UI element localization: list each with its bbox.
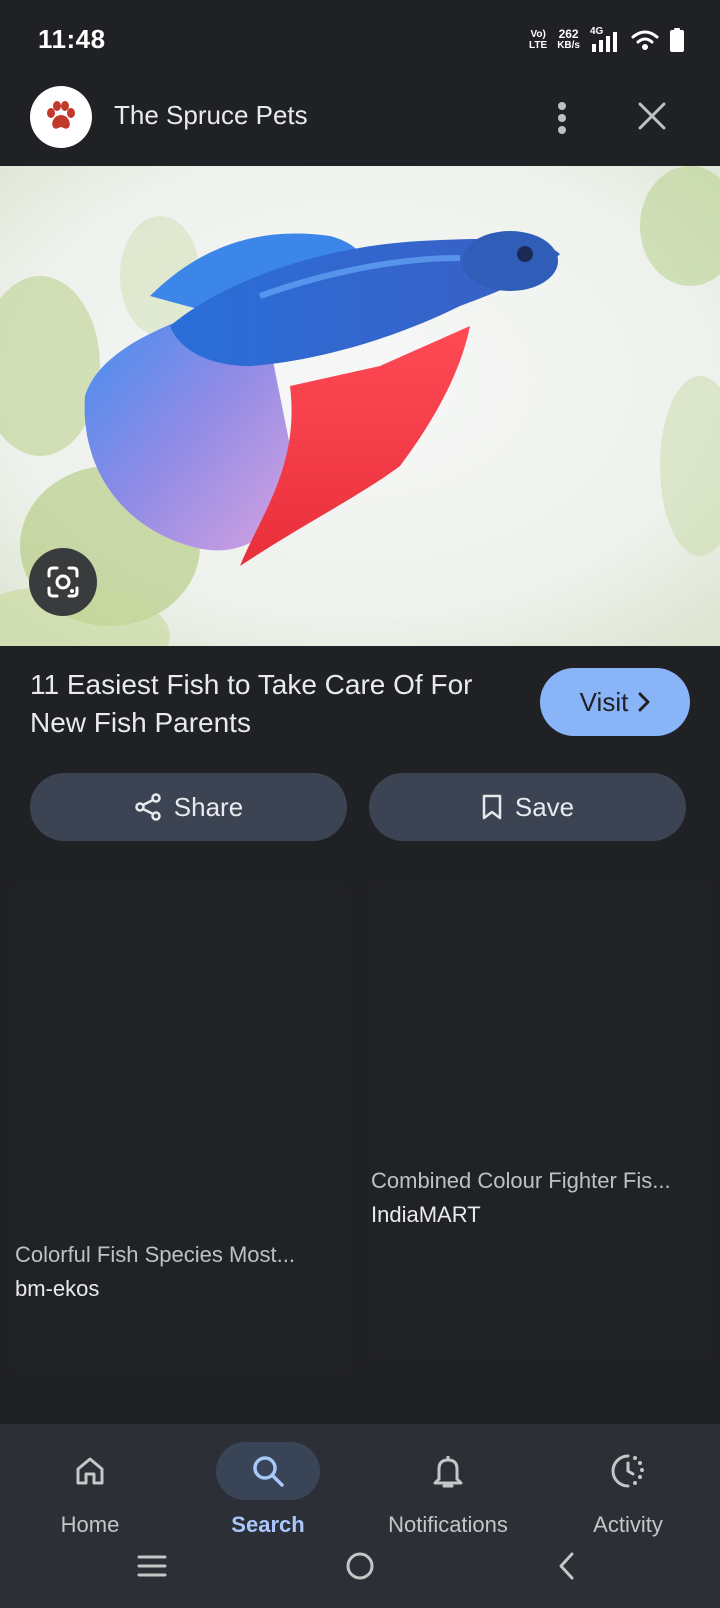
site-name[interactable]: The Spruce Pets [114, 100, 308, 131]
volte-indicator: Vo) LTE [529, 29, 548, 51]
more-vert-icon [558, 102, 566, 134]
betta-fish-image [0, 166, 720, 646]
status-bar: 11:48 Vo) LTE 262 KB/s 4G [0, 0, 720, 80]
search-icon [216, 1442, 320, 1500]
activity-icon [576, 1442, 680, 1500]
bell-icon [396, 1442, 500, 1500]
bookmark-icon [482, 794, 502, 820]
visit-label: Visit [579, 686, 629, 717]
signal-icon: 4G [590, 26, 620, 54]
wifi-icon [631, 30, 659, 50]
save-label: Save [514, 791, 575, 822]
back-system-button[interactable] [536, 1536, 596, 1596]
share-label: Share [173, 791, 244, 822]
menu-icon [137, 1555, 167, 1577]
chevron-right-icon [638, 692, 650, 712]
hero-image[interactable] [0, 166, 720, 646]
network-speed: 262 KB/s [557, 27, 580, 51]
back-chevron-icon [559, 1552, 574, 1580]
nav-notifications[interactable]: Notifications [358, 1434, 538, 1537]
battery-icon [670, 28, 684, 52]
status-icons: Vo) LTE 262 KB/s 4G [529, 26, 684, 54]
visit-button[interactable]: Visit [540, 668, 690, 736]
nav-home-label: Home [60, 1512, 120, 1537]
circle-home-icon [346, 1552, 374, 1580]
result-title[interactable]: Colorful Fish Species Most... [15, 1242, 345, 1268]
article-title[interactable]: 11 Easiest Fish to Take Care Of For New … [30, 666, 510, 742]
nav-home[interactable]: Home [0, 1434, 180, 1537]
site-logo[interactable] [30, 86, 92, 148]
status-time: 11:48 [38, 24, 106, 54]
nav-activity[interactable]: Activity [538, 1434, 718, 1537]
google-lens-icon [47, 566, 79, 598]
home-icon [38, 1442, 142, 1500]
source-header: The Spruce Pets [0, 82, 720, 166]
nav-search-label: Search [231, 1512, 305, 1537]
more-options-button[interactable] [540, 96, 584, 140]
paw-icon [47, 101, 75, 129]
close-button[interactable] [630, 94, 674, 138]
share-button[interactable]: Share [30, 773, 347, 841]
nav-search[interactable]: Search [178, 1434, 358, 1537]
result-card[interactable] [366, 880, 712, 1360]
home-system-button[interactable] [330, 1536, 390, 1596]
result-source: bm-ekos [15, 1276, 100, 1301]
save-button[interactable]: Save [369, 773, 686, 841]
recent-apps-button[interactable] [122, 1536, 182, 1596]
result-source: IndiaMART [371, 1202, 481, 1227]
nav-activity-label: Activity [593, 1512, 663, 1537]
share-icon [135, 793, 161, 821]
close-icon [638, 102, 666, 130]
google-lens-button[interactable] [29, 548, 97, 616]
result-title[interactable]: Combined Colour Fighter Fis... [371, 1168, 711, 1194]
nav-notifications-label: Notifications [388, 1512, 508, 1537]
